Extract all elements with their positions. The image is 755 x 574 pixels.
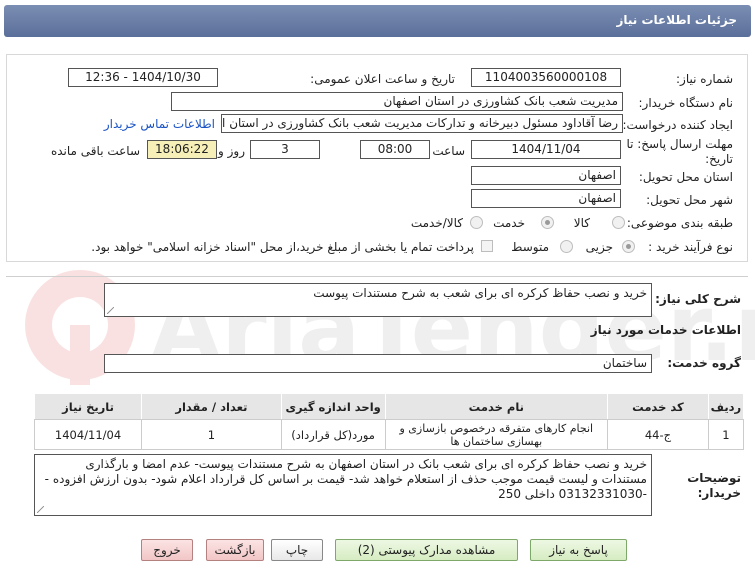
process-option-medium: متوسط: [511, 240, 549, 254]
service-group-field: ساختمان: [104, 354, 652, 373]
category-radio-service[interactable]: [541, 216, 554, 229]
announce-datetime-field: 1404/10/30 - 12:36: [68, 68, 218, 87]
city-label: شهر محل تحویل:: [646, 193, 733, 207]
buyer-notes-label: توضیحات خریدار:: [687, 471, 741, 500]
process-radio-minor[interactable]: [622, 240, 635, 253]
province-field: اصفهان: [471, 166, 621, 185]
page-title: جزئیات اطلاعات نیاز: [616, 13, 737, 27]
view-attachments-button[interactable]: مشاهده مدارک پیوستی (2): [335, 539, 518, 561]
creator-field: رضا آقاداود مسئول دبیرخانه و تدارکات مدی…: [221, 114, 623, 133]
col-header-need-date: تاریخ نیاز: [33, 393, 143, 420]
deadline-date-field: 1404/11/04: [471, 140, 621, 159]
days-label: روز و: [218, 144, 245, 158]
days-remaining-field: 3: [250, 140, 320, 159]
deadline-time-label: ساعت: [432, 144, 465, 158]
buyer-org-label: نام دستگاه خریدار:: [638, 96, 734, 110]
print-button[interactable]: چاپ: [271, 539, 323, 561]
cell-need-date: 1404/11/04: [33, 419, 143, 450]
category-option-service: خدمت: [493, 216, 525, 230]
treasury-payment-note: پرداخت تمام یا بخشی از مبلغ خرید،از محل …: [91, 240, 474, 254]
creator-label: ایجاد کننده درخواست:: [622, 118, 733, 132]
cell-quantity: 1: [141, 419, 282, 450]
reply-button[interactable]: پاسخ به نیاز: [530, 539, 627, 561]
city-field: اصفهان: [471, 189, 621, 208]
process-label: نوع فرآیند خرید :: [648, 240, 733, 254]
divider: [6, 276, 748, 277]
process-option-minor: جزیی: [585, 240, 613, 254]
cell-service-code: ج-44: [607, 419, 709, 450]
buyer-contact-link[interactable]: اطلاعات تماس خریدار: [104, 117, 215, 131]
category-radio-goods[interactable]: [612, 216, 625, 229]
remaining-time-field: 18:06:22: [147, 140, 217, 159]
cell-row-number: 1: [707, 419, 745, 450]
services-section-title: اطلاعات خدمات مورد نیاز: [590, 323, 741, 337]
window-header: جزئیات اطلاعات نیاز: [4, 5, 751, 37]
need-number-field: 1104003560000108: [471, 68, 621, 87]
treasury-payment-checkbox[interactable]: [481, 240, 493, 252]
summary-field: خرید و نصب حفاظ کرکره ای برای شعب به شرح…: [104, 283, 652, 317]
back-button[interactable]: بازگشت: [206, 539, 264, 561]
resize-handle-icon[interactable]: [37, 506, 44, 513]
col-header-service-name: نام خدمت: [384, 393, 609, 420]
buyer-notes-text: خرید و نصب حفاظ کرکره ای برای شعب بانک د…: [44, 457, 647, 501]
summary-label: شرح کلی نیاز:: [655, 292, 741, 306]
deadline-label: مهلت ارسال پاسخ: تا تاریخ:: [626, 137, 733, 166]
col-header-unit: واحد اندازه گیری: [280, 393, 386, 420]
exit-button[interactable]: خروج: [141, 539, 193, 561]
col-header-row-number: ردیف: [707, 393, 745, 420]
summary-text: خرید و نصب حفاظ کرکره ای برای شعب به شرح…: [313, 286, 647, 300]
category-option-goods-service: کالا/خدمت: [410, 216, 463, 230]
remaining-time-label: ساعت باقی مانده: [50, 144, 140, 158]
buyer-org-field: مدیریت شعب بانک کشاورزی در استان اصفهان: [171, 92, 623, 111]
category-label: طبقه بندی موضوعی:: [626, 216, 733, 230]
buyer-notes-field: خرید و نصب حفاظ کرکره ای برای شعب بانک د…: [34, 454, 652, 516]
table-header-row: ردیف کد خدمت نام خدمت واحد اندازه گیری ت…: [33, 393, 745, 420]
cell-unit: مورد(کل قرارداد): [280, 419, 386, 450]
need-number-label: شماره نیاز:: [676, 72, 733, 86]
province-label: استان محل تحویل:: [638, 170, 733, 184]
col-header-service-code: کد خدمت: [607, 393, 709, 420]
process-radio-medium[interactable]: [560, 240, 573, 253]
table-row: 1 ج-44 انجام کارهای متفرقه درخصوص بازساز…: [33, 419, 745, 450]
col-header-quantity: تعداد / مقدار: [141, 393, 282, 420]
service-group-label: گروه خدمت:: [667, 356, 741, 370]
deadline-time-field: 08:00: [360, 140, 430, 159]
cell-service-name: انجام کارهای متفرقه درخصوص بازسازی و بهس…: [384, 419, 609, 450]
category-option-goods: کالا: [573, 216, 590, 230]
services-table: ردیف کد خدمت نام خدمت واحد اندازه گیری ت…: [33, 393, 745, 450]
category-radio-goods-service[interactable]: [470, 216, 483, 229]
announce-label: تاریخ و ساعت اعلان عمومی:: [310, 72, 455, 86]
resize-handle-icon[interactable]: [107, 307, 114, 314]
